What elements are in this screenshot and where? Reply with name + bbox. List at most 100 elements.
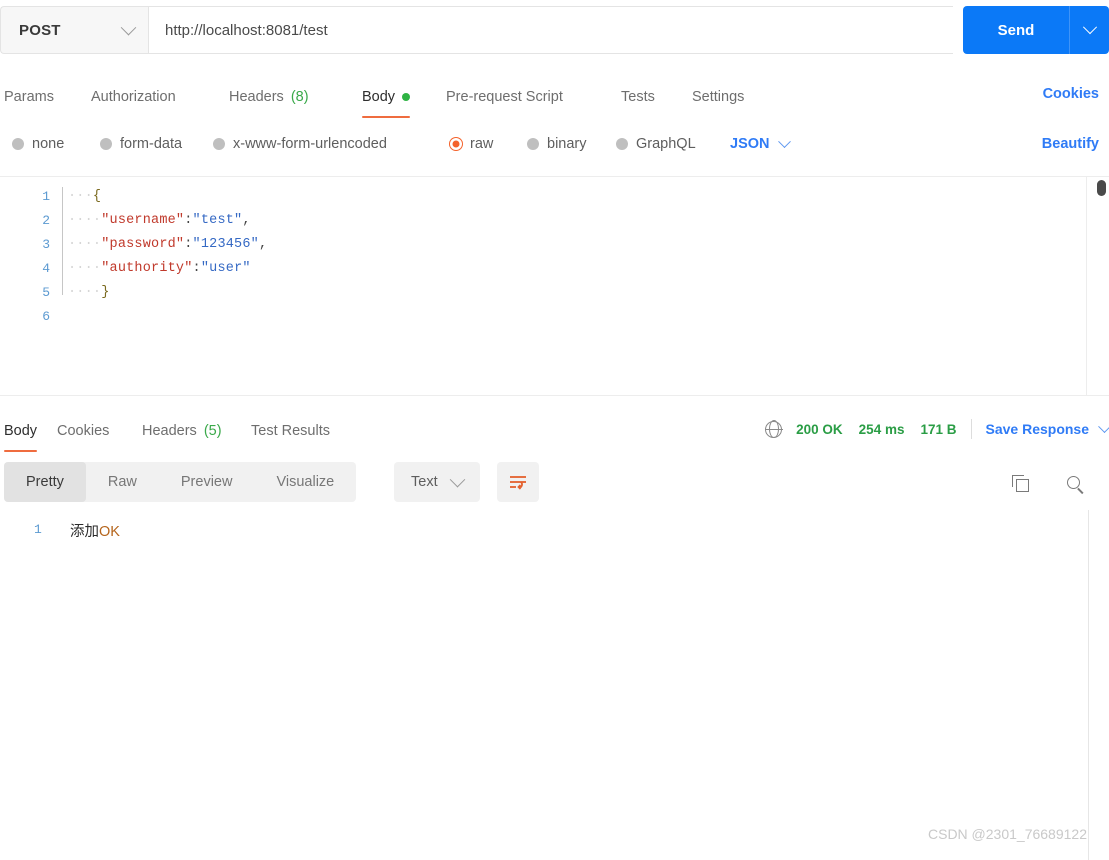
indent-guide [62, 187, 63, 295]
beautify-link[interactable]: Beautify [1042, 136, 1099, 152]
chevron-down-icon [120, 19, 137, 35]
response-line-number: 1 [34, 522, 42, 537]
response-tab-headers[interactable]: Headers (5) [142, 414, 222, 448]
editor-code-line: ····"authority":"user" [68, 261, 251, 276]
response-body-text-accent: OK [99, 524, 120, 540]
response-size: 171 B [920, 421, 957, 437]
body-type-graphql[interactable]: GraphQL [616, 130, 696, 158]
code-token: "test" [192, 213, 243, 228]
editor-code-line: ···{ [68, 189, 101, 204]
tab-label: Authorization [91, 89, 176, 105]
radio-button-icon [450, 138, 462, 150]
editor-code-area[interactable]: ···{····"username":"test", ····"password"… [68, 177, 1109, 395]
status-code: 200 OK [796, 421, 843, 437]
tab-label: Cookies [57, 423, 110, 439]
radio-button-icon [100, 138, 112, 150]
code-token: , [242, 213, 251, 228]
cookies-link[interactable]: Cookies [1043, 86, 1099, 102]
body-type-label: GraphQL [636, 136, 696, 152]
send-options-button[interactable] [1069, 6, 1109, 54]
body-type-label: binary [547, 136, 587, 152]
response-view-visualize[interactable]: Visualize [254, 462, 356, 502]
code-token: : [184, 237, 193, 252]
http-method-dropdown[interactable]: POST [0, 6, 148, 54]
response-body-panel[interactable]: 1 添加OK [0, 510, 1109, 860]
request-tab-pre-request-script[interactable]: Pre-request Script [446, 80, 563, 114]
active-tab-underline [362, 115, 411, 118]
word-wrap-button[interactable] [497, 462, 539, 502]
whitespace-dots: ···· [68, 261, 102, 276]
response-format-dropdown[interactable]: Text [394, 462, 480, 502]
radio-button-icon [12, 138, 24, 150]
radio-button-icon [527, 138, 539, 150]
request-body-editor[interactable]: 123456 ···{····"username":"test", ····"pa… [0, 176, 1109, 396]
response-view-mode-group: Pretty Raw Preview Visualize [4, 462, 357, 502]
tab-label: Headers [229, 89, 284, 105]
response-body-text: 添加OK [70, 520, 120, 541]
response-tab-test-results[interactable]: Test Results [251, 414, 330, 448]
body-type-none[interactable]: none [12, 130, 64, 158]
request-tab-bar: Params Authorization Headers (8) Body Pre-req… [0, 80, 1109, 118]
postman-window: POST http://localhost:8081/test Send Par… [0, 0, 1109, 860]
request-tab-headers[interactable]: Headers (8) [229, 80, 309, 114]
response-view-pretty[interactable]: Pretty [4, 462, 86, 502]
raw-format-dropdown[interactable]: JSON [730, 130, 791, 158]
editor-line-number: 3 [42, 237, 50, 252]
code-token: , [258, 237, 268, 252]
body-type-raw[interactable]: raw [450, 130, 493, 158]
response-view-preview[interactable]: Preview [159, 462, 255, 502]
response-view-raw[interactable]: Raw [86, 462, 159, 502]
body-type-label: x-www-form-urlencoded [233, 136, 387, 152]
tab-label: Pre-request Script [446, 89, 563, 105]
request-tab-tests[interactable]: Tests [621, 80, 655, 114]
editor-line-number: 5 [42, 285, 50, 300]
whitespace-dots: ···· [68, 213, 102, 228]
editor-line-number: 2 [42, 213, 50, 228]
body-type-label: form-data [120, 136, 183, 152]
response-tab-body[interactable]: Body [4, 414, 38, 452]
editor-line-number: 6 [42, 309, 50, 324]
request-tab-authorization[interactable]: Authorization [91, 80, 176, 114]
body-type-x-www-form-urlencoded[interactable]: x-www-form-urlencoded [213, 130, 387, 158]
tab-label: Params [4, 89, 54, 105]
editor-line-number: 1 [42, 189, 50, 204]
chevron-down-icon [1098, 419, 1109, 433]
search-icon [1066, 475, 1080, 489]
response-time: 254 ms [858, 421, 905, 437]
globe-icon [764, 420, 783, 438]
editor-scrollbar-thumb[interactable] [1097, 180, 1106, 196]
save-response-button[interactable]: Save Response [985, 419, 1109, 437]
body-type-form-data[interactable]: form-data [100, 130, 182, 158]
request-tab-params[interactable]: Params [4, 80, 54, 114]
editor-code-line: ····"username":"test", [68, 213, 251, 228]
request-tab-settings[interactable]: Settings [692, 80, 744, 114]
body-type-binary[interactable]: binary [527, 130, 587, 158]
editor-right-divider [1086, 177, 1087, 395]
response-tab-cookies[interactable]: Cookies [57, 414, 109, 448]
whitespace-dots: ···· [68, 285, 102, 300]
raw-format-label: JSON [730, 136, 770, 152]
body-type-radio-group: none form-data x-www-form-urlencoded raw bin… [0, 130, 1109, 160]
save-response-label: Save Response [985, 421, 1090, 437]
code-token: : [184, 213, 193, 228]
request-url-bar: POST http://localhost:8081/test Send [0, 6, 1109, 54]
watermark: CSDN @2301_76689122 [928, 826, 1087, 842]
editor-code-line: ····} [68, 285, 110, 300]
tab-label: Body [4, 423, 38, 439]
code-token: "username" [101, 213, 185, 228]
request-tab-body[interactable]: Body [362, 80, 411, 118]
tab-label: Tests [621, 89, 655, 105]
whitespace-dots: ···· [68, 237, 102, 252]
tab-label: Headers [142, 423, 197, 439]
url-input-value: http://localhost:8081/test [165, 21, 328, 39]
body-type-label: raw [470, 136, 494, 152]
response-view-toolbar: Pretty Raw Preview Visualize Text [0, 462, 1109, 504]
search-response-button[interactable] [1053, 462, 1093, 502]
tab-label: Body [362, 89, 396, 105]
response-body-text-primary: 添加 [70, 524, 99, 540]
send-button[interactable]: Send [963, 6, 1069, 54]
copy-response-button[interactable] [999, 462, 1039, 502]
divider [970, 419, 972, 439]
tab-label: Test Results [251, 423, 330, 439]
url-input[interactable]: http://localhost:8081/test [148, 6, 953, 54]
